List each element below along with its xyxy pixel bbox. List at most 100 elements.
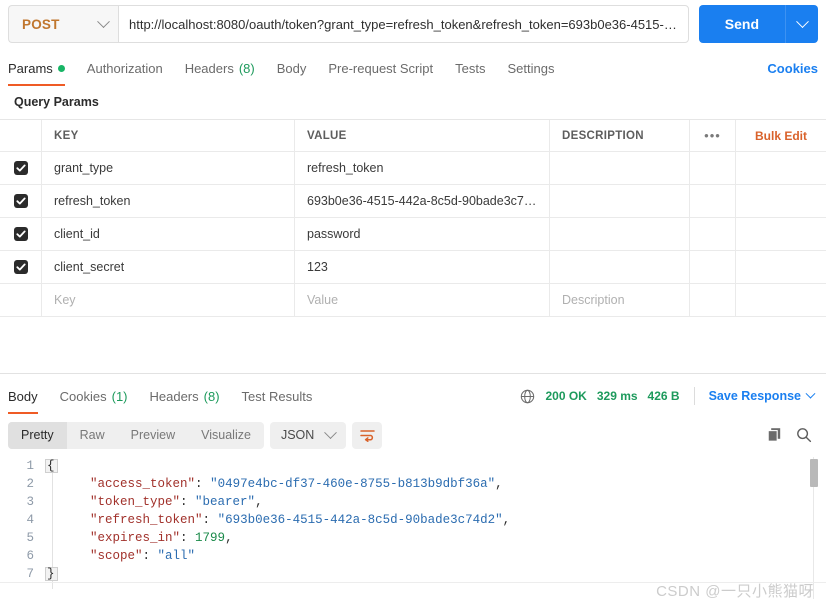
code-fold-marker[interactable] — [44, 547, 60, 565]
url-text: http://localhost:8080/oauth/token?grant_… — [129, 16, 678, 32]
view-visualize-button[interactable]: Visualize — [188, 422, 264, 449]
row-checkbox[interactable] — [13, 194, 28, 208]
response-tab-body[interactable]: Body — [8, 379, 38, 414]
row-checkbox[interactable] — [13, 161, 28, 175]
copy-icon[interactable] — [767, 427, 782, 443]
save-response-button[interactable]: Save Response — [709, 388, 816, 403]
http-method-label: POST — [22, 16, 60, 32]
response-meta: 200 OK 329 ms 426 B Save Response — [520, 387, 818, 405]
tab-body-label: Body — [276, 60, 307, 76]
table-header-row: KEY VALUE DESCRIPTION ••• Bulk Edit — [0, 120, 826, 152]
response-body-code[interactable]: 1{2 "access_token": "0497e4bc-df37-460e-… — [0, 457, 826, 599]
row-actions-cell — [690, 152, 736, 184]
tab-pre-request-script-label: Pre-request Script — [328, 60, 434, 76]
tab-settings[interactable]: Settings — [507, 51, 554, 85]
tab-body[interactable]: Body — [277, 51, 307, 85]
param-value[interactable]: 123 — [307, 260, 328, 274]
divider — [0, 582, 826, 583]
chevron-down-icon — [805, 388, 816, 399]
row-checkbox[interactable] — [13, 260, 28, 274]
response-tab-body-label: Body — [8, 388, 38, 404]
code-line: 4 "refresh_token": "693b0e36-4515-442a-8… — [0, 511, 826, 529]
row-spacer-cell — [736, 152, 826, 184]
code-fold-marker[interactable] — [44, 529, 60, 547]
modified-dot-icon — [57, 64, 65, 72]
row-spacer-cell — [736, 284, 826, 316]
table-row[interactable]: refresh_token 693b0e36-4515-442a-8c5d-90… — [0, 185, 826, 218]
body-view-segmented-control: Pretty Raw Preview Visualize — [8, 421, 264, 449]
send-button[interactable]: Send — [698, 5, 785, 43]
http-method-select[interactable]: POST — [8, 5, 118, 43]
send-options-button[interactable] — [785, 5, 818, 43]
new-param-value-input[interactable]: Value — [307, 293, 338, 307]
line-number: 5 — [26, 531, 34, 545]
code-fold-marker[interactable] — [44, 511, 60, 529]
code-line: 7} — [0, 565, 826, 583]
table-row[interactable]: client_id password — [0, 218, 826, 251]
view-pretty-button[interactable]: Pretty — [8, 421, 67, 449]
code-text: "token_type": "bearer", — [90, 495, 263, 509]
code-lines: 1{2 "access_token": "0497e4bc-df37-460e-… — [0, 457, 826, 583]
request-url-bar: POST http://localhost:8080/oauth/token?g… — [0, 0, 826, 43]
tab-headers[interactable]: Headers (8) — [185, 51, 255, 85]
param-value[interactable]: 693b0e36-4515-442a-8c5d-90bade3c7… — [307, 194, 536, 208]
tab-tests-label: Tests — [455, 60, 486, 76]
param-key[interactable]: client_secret — [54, 260, 124, 274]
globe-icon[interactable] — [520, 389, 535, 404]
tab-pre-request-script[interactable]: Pre-request Script — [328, 51, 433, 85]
row-actions-cell — [690, 251, 736, 283]
line-number: 3 — [26, 495, 34, 509]
body-format-select[interactable]: JSON — [269, 421, 347, 449]
column-header-value: VALUE — [307, 129, 347, 142]
row-actions-cell — [690, 185, 736, 217]
url-input[interactable]: http://localhost:8080/oauth/token?grant_… — [118, 5, 689, 43]
view-preview-button[interactable]: Preview — [118, 422, 188, 449]
response-body-toolbar: Pretty Raw Preview Visualize JSON — [0, 419, 826, 451]
tab-authorization[interactable]: Authorization — [87, 51, 163, 85]
table-row[interactable]: client_secret 123 — [0, 251, 826, 284]
response-tab-cookies[interactable]: Cookies (1) — [60, 379, 128, 413]
code-fold-marker[interactable] — [44, 493, 60, 511]
tab-tests[interactable]: Tests — [455, 51, 485, 85]
response-tab-test-results-label: Test Results — [241, 388, 313, 404]
code-line: 3 "token_type": "bearer", — [0, 493, 826, 511]
tab-params[interactable]: Params — [8, 51, 65, 86]
row-actions-cell — [690, 284, 736, 316]
wrap-lines-button[interactable] — [352, 421, 383, 449]
new-param-key-input[interactable]: Key — [54, 293, 76, 307]
body-format-label: JSON — [280, 428, 315, 442]
code-line: 6 "scope": "all" — [0, 547, 826, 565]
response-tab-test-results[interactable]: Test Results — [242, 379, 313, 413]
code-fold-marker[interactable] — [44, 475, 60, 493]
row-actions-cell — [690, 218, 736, 250]
response-tab-headers[interactable]: Headers (8) — [150, 379, 220, 413]
code-line: 2 "access_token": "0497e4bc-df37-460e-87… — [0, 475, 826, 493]
ellipsis-icon[interactable]: ••• — [704, 129, 721, 142]
status-code: 200 OK — [545, 389, 587, 403]
pane-splitter[interactable] — [0, 317, 826, 374]
param-key[interactable]: refresh_token — [54, 194, 130, 208]
response-tab-headers-count: (8) — [203, 388, 220, 404]
param-key[interactable]: client_id — [54, 227, 100, 241]
divider — [693, 387, 695, 405]
param-value[interactable]: password — [307, 227, 361, 241]
response-size: 426 B — [647, 389, 680, 403]
row-checkbox[interactable] — [13, 227, 28, 241]
param-key[interactable]: grant_type — [54, 161, 113, 175]
new-param-description-input[interactable]: Description — [562, 293, 625, 307]
response-tab-bar: Body Cookies (1) Headers (8) Test Result… — [0, 379, 826, 414]
query-params-table: KEY VALUE DESCRIPTION ••• Bulk Edit gran… — [0, 119, 826, 317]
code-scrollbar-thumb[interactable] — [810, 459, 818, 487]
code-line: 5 "expires_in": 1799, — [0, 529, 826, 547]
send-button-group: Send — [698, 5, 818, 43]
table-row[interactable]: grant_type refresh_token — [0, 152, 826, 185]
cookies-link[interactable]: Cookies — [767, 61, 818, 76]
line-number: 2 — [26, 477, 34, 491]
body-toolbar-actions — [767, 427, 818, 443]
response-tab-cookies-count: (1) — [111, 388, 128, 404]
view-raw-button[interactable]: Raw — [67, 422, 118, 449]
bulk-edit-button[interactable]: Bulk Edit — [755, 129, 807, 143]
param-value[interactable]: refresh_token — [307, 161, 383, 175]
new-param-row[interactable]: Key Value Description — [0, 284, 826, 317]
search-icon[interactable] — [796, 427, 812, 443]
